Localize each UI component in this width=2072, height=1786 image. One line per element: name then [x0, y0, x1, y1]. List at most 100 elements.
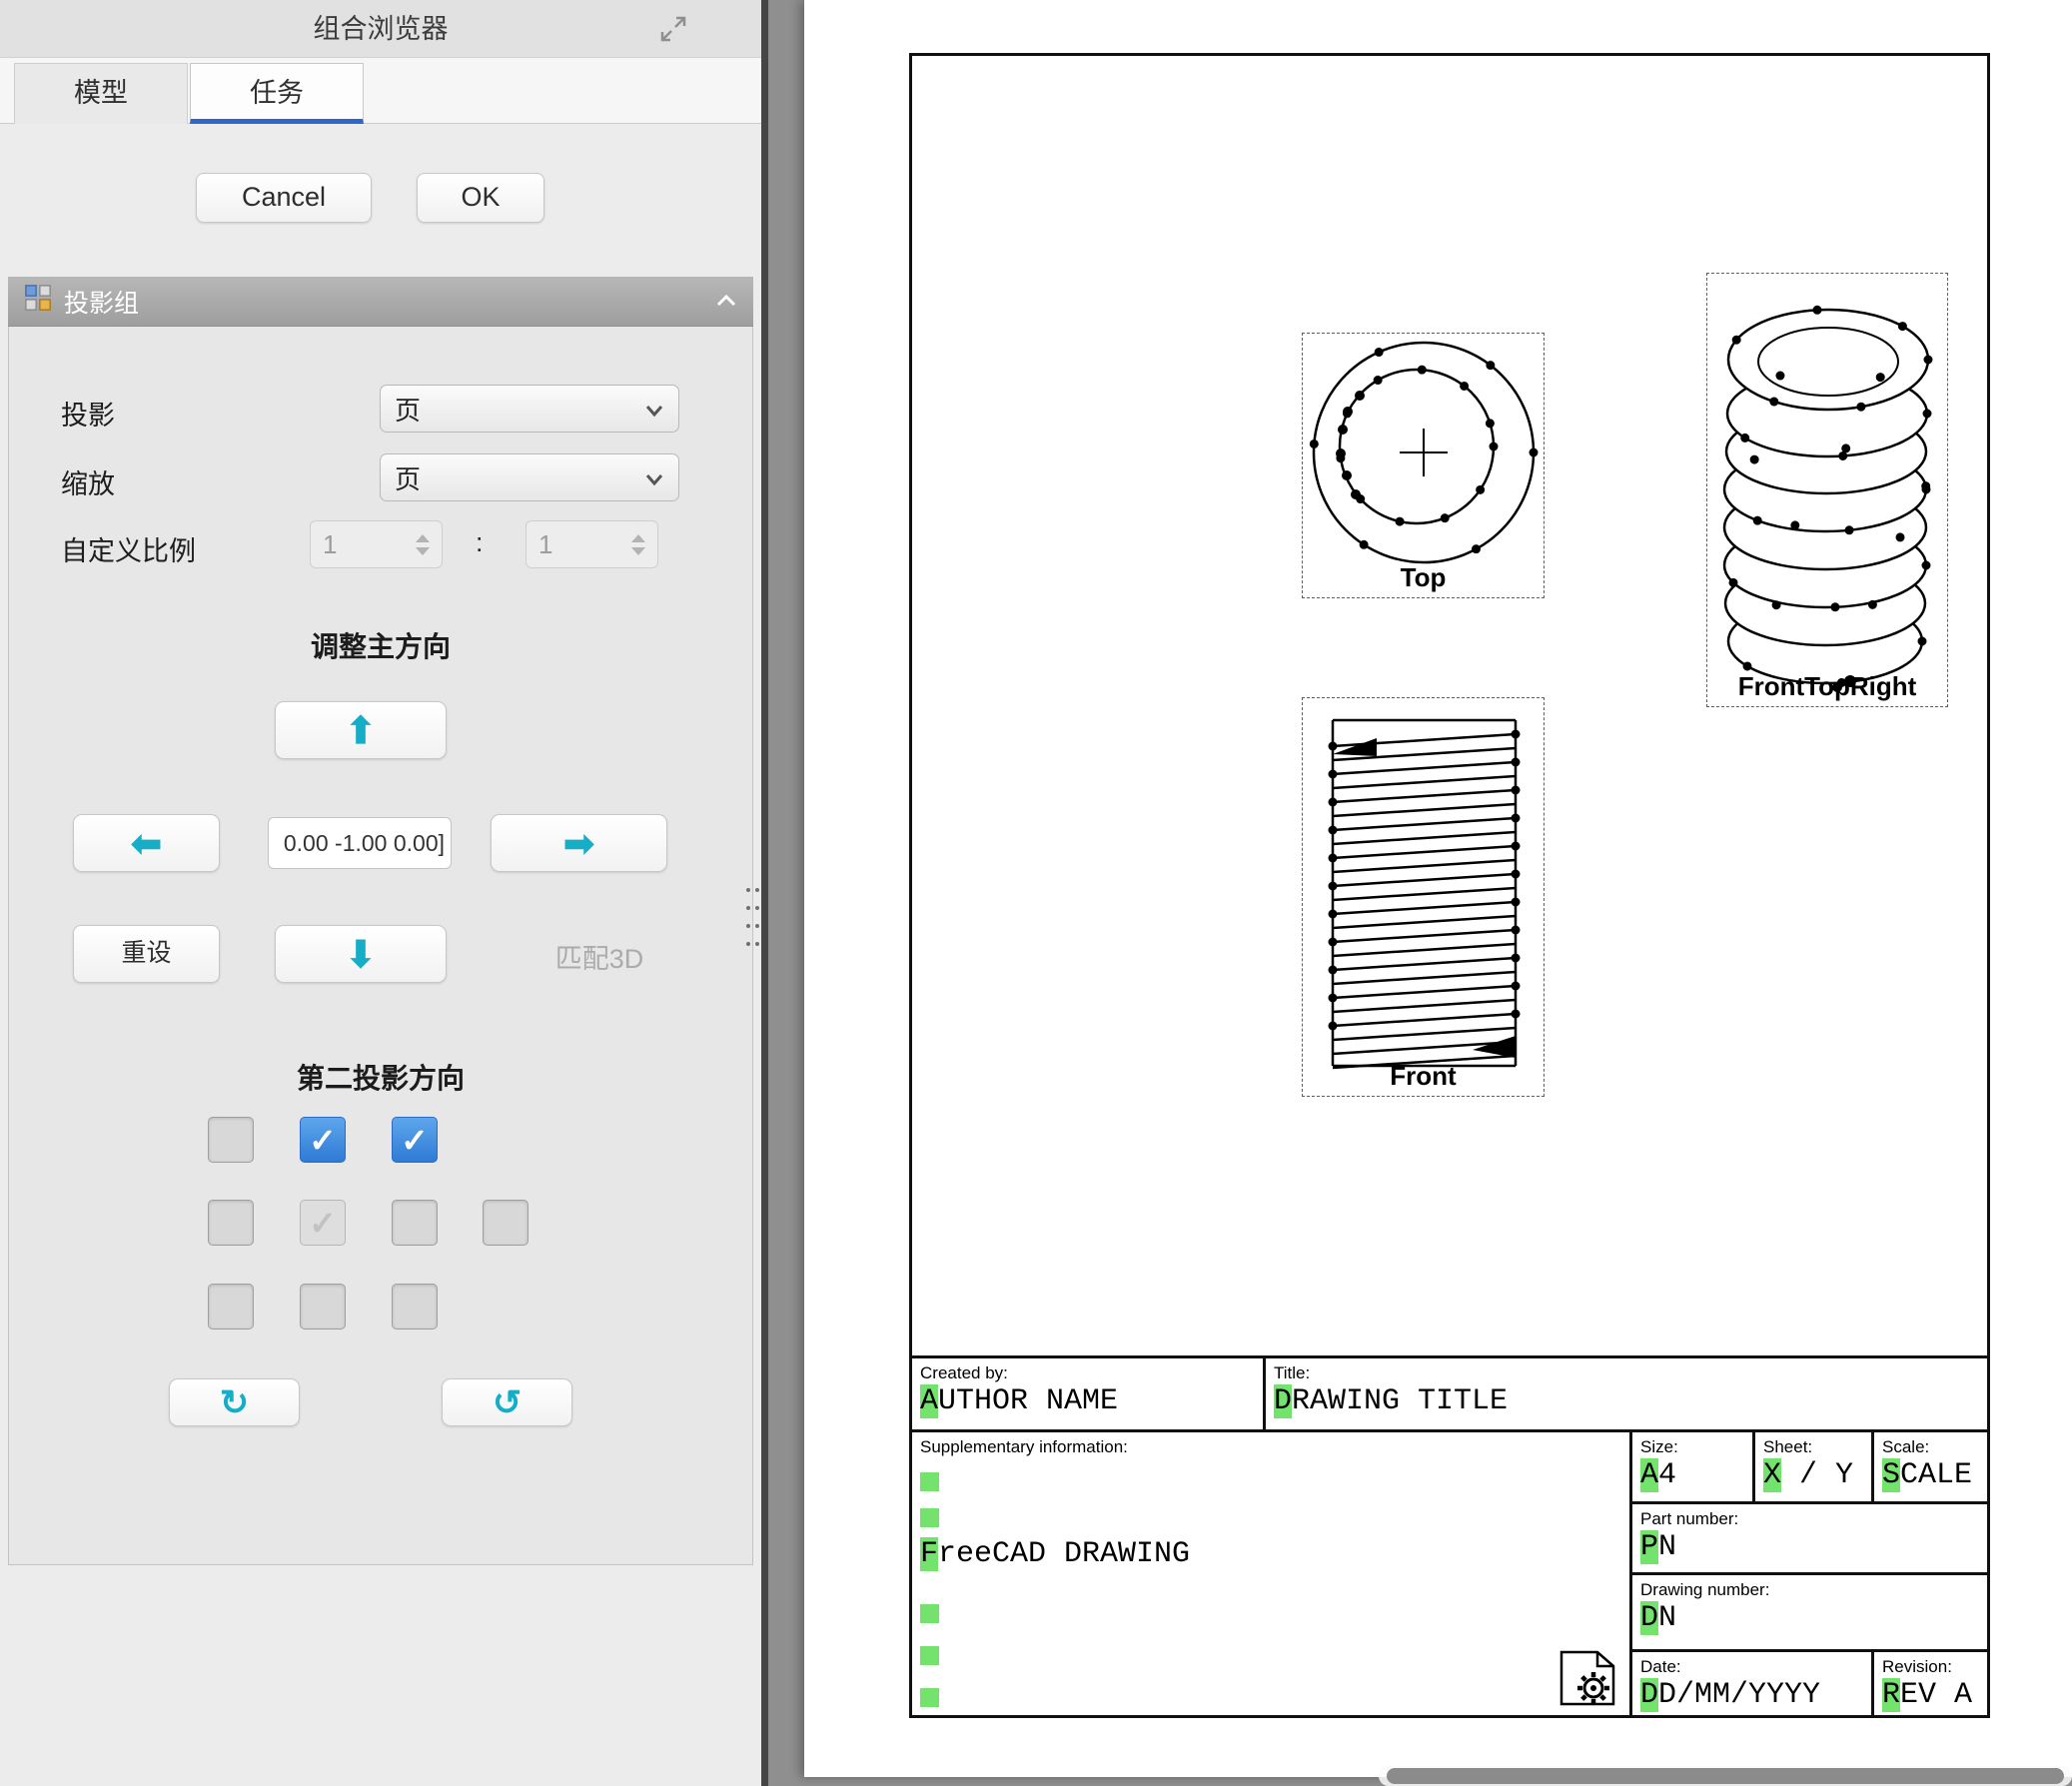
part-number-label: Part number:	[1632, 1504, 1987, 1529]
drawing-number-label: Drawing number:	[1632, 1575, 1987, 1600]
view-label-front-top-right: FrontTopRight	[1707, 671, 1947, 702]
view-label-top: Top	[1303, 562, 1544, 593]
match-3d-button[interactable]: 匹配3D	[519, 937, 679, 976]
date-value[interactable]: DD/MM/YYYY	[1632, 1678, 1871, 1712]
panel-splitter[interactable]	[761, 0, 768, 1786]
view-label-front: Front	[1303, 1061, 1544, 1092]
chevron-down-icon	[644, 462, 664, 493]
ratio-separator: :	[476, 527, 484, 558]
title-cell: Title: DRAWING TITLE	[1266, 1358, 1987, 1432]
created-by-label: Created by:	[912, 1358, 1263, 1383]
secondary-view-checkbox[interactable]	[483, 1200, 528, 1246]
secondary-view-checkbox[interactable]	[208, 1200, 254, 1246]
revision-cell: Revision: REV A	[1874, 1652, 1987, 1715]
combo-view-panel: 组合浏览器 模型 任务 Cancel OK	[0, 0, 761, 1786]
scale-select-value: 页	[395, 459, 421, 496]
drawing-number-cell: Drawing number: DN	[1632, 1575, 1987, 1652]
size-cell: Size: A4	[1632, 1432, 1755, 1504]
custom-scale-label: 自定义比例	[61, 529, 196, 568]
primary-direction-heading: 调整主方向	[8, 625, 753, 665]
title-block: Created by: AUTHOR NAME Title: DRAWING T…	[912, 1355, 1987, 1715]
arrow-up-icon: ⬆	[345, 712, 376, 749]
scale-cell: Scale: SCALE	[1874, 1432, 1987, 1504]
projection-select-value: 页	[395, 391, 421, 428]
custom-scale-numerator-value: 1	[323, 529, 337, 560]
placeholder-square[interactable]	[920, 1508, 939, 1527]
size-value[interactable]: A4	[1632, 1458, 1752, 1492]
horizontal-scrollbar[interactable]	[1379, 1766, 2072, 1786]
sheet-value[interactable]: X / Y	[1755, 1458, 1871, 1492]
projection-group-title: 投影组	[64, 284, 139, 320]
freecad-logo-icon	[1555, 1648, 1621, 1713]
date-label: Date:	[1632, 1652, 1871, 1677]
revision-value[interactable]: REV A	[1874, 1678, 1987, 1712]
arrow-down-icon: ⬇	[345, 936, 376, 973]
custom-scale-denominator-value: 1	[538, 529, 552, 560]
tab-tasks[interactable]: 任务	[190, 63, 364, 124]
panel-tabs: 模型 任务	[0, 58, 761, 124]
supplementary-cell: Supplementary information: FreeCAD DRAWI…	[912, 1432, 1632, 1715]
projection-group-icon	[24, 284, 52, 319]
part-number-value[interactable]: PN	[1632, 1530, 1987, 1564]
custom-scale-denominator-spinbox[interactable]: 1	[525, 520, 658, 568]
rotate-cw-icon: ↻	[220, 1385, 249, 1420]
revision-label: Revision:	[1874, 1652, 1987, 1677]
direction-down-button[interactable]: ⬇	[275, 925, 447, 983]
rotate-ccw-icon: ↺	[493, 1385, 521, 1420]
placeholder-square[interactable]	[920, 1646, 939, 1665]
tab-model[interactable]: 模型	[14, 63, 188, 124]
techdraw-canvas: Top	[768, 0, 2072, 1786]
rotate-clockwise-button[interactable]: ↻	[169, 1378, 300, 1426]
secondary-view-checkbox[interactable]	[208, 1117, 254, 1163]
projection-group-header[interactable]: 投影组	[8, 277, 753, 327]
panel-title: 组合浏览器	[0, 0, 761, 58]
direction-left-button[interactable]: ⬅	[73, 814, 220, 872]
sheet-cell: Sheet: X / Y	[1755, 1432, 1874, 1504]
splitter-handle[interactable]	[746, 888, 760, 956]
drawing-page: Top	[804, 0, 2072, 1777]
secondary-view-checkbox[interactable]	[208, 1284, 254, 1330]
secondary-view-checkbox[interactable]	[392, 1284, 438, 1330]
supplementary-value[interactable]: FreeCAD DRAWING	[912, 1537, 1190, 1571]
detach-panel-icon[interactable]	[659, 15, 687, 43]
drawing-number-value[interactable]: DN	[1632, 1601, 1987, 1635]
view-front[interactable]: Front	[1302, 697, 1545, 1097]
secondary-view-checkbox[interactable]	[300, 1284, 346, 1330]
secondary-view-checkbox[interactable]	[300, 1117, 346, 1163]
placeholder-square[interactable]	[920, 1604, 939, 1623]
secondary-view-checkbox[interactable]	[392, 1117, 438, 1163]
freecad-window: 组合浏览器 模型 任务 Cancel OK	[0, 0, 2072, 1786]
cancel-button[interactable]: Cancel	[196, 173, 372, 223]
date-cell: Date: DD/MM/YYYY	[1632, 1652, 1874, 1715]
title-label: Title:	[1266, 1358, 1987, 1383]
front-top-right-view-drawing	[1707, 274, 1949, 708]
rotate-counterclockwise-button[interactable]: ↺	[442, 1378, 572, 1426]
direction-vector-display: 0.00 -1.00 0.00]	[268, 817, 452, 869]
scale-label: 缩放	[61, 462, 115, 501]
scale-select[interactable]: 页	[380, 453, 679, 501]
part-number-cell: Part number: PN	[1632, 1504, 1987, 1575]
horizontal-scrollbar-thumb[interactable]	[1387, 1768, 2064, 1784]
created-by-value[interactable]: AUTHOR NAME	[912, 1384, 1263, 1418]
projection-select[interactable]: 页	[380, 385, 679, 433]
view-front-top-right[interactable]: FrontTopRight	[1706, 273, 1948, 707]
size-label: Size:	[1632, 1432, 1752, 1457]
direction-right-button[interactable]: ➡	[491, 814, 667, 872]
sheet-label: Sheet:	[1755, 1432, 1871, 1457]
secondary-view-checkbox[interactable]	[392, 1200, 438, 1246]
ok-button[interactable]: OK	[417, 173, 544, 223]
custom-scale-numerator-spinbox[interactable]: 1	[310, 520, 443, 568]
panel-titlebar: 组合浏览器	[0, 0, 761, 58]
view-top[interactable]: Top	[1302, 333, 1545, 598]
collapse-chevron-up-icon[interactable]	[715, 287, 737, 316]
spinner-arrows-icon[interactable]	[631, 534, 645, 555]
direction-up-button[interactable]: ⬆	[275, 701, 447, 759]
secondary-view-checkbox[interactable]	[300, 1200, 346, 1246]
top-view-drawing	[1303, 334, 1546, 599]
placeholder-square[interactable]	[920, 1688, 939, 1707]
reset-button[interactable]: 重设	[73, 925, 220, 983]
title-value[interactable]: DRAWING TITLE	[1266, 1384, 1987, 1418]
placeholder-square[interactable]	[920, 1472, 939, 1491]
scale-cell-value[interactable]: SCALE	[1874, 1458, 1987, 1492]
spinner-arrows-icon[interactable]	[416, 534, 430, 555]
